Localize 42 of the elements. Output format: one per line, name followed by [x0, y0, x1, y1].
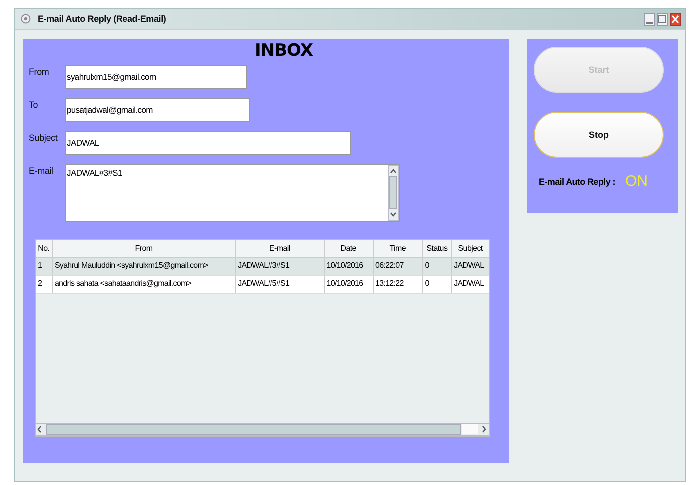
- table-cell: JADWAL#3#S1: [236, 258, 325, 275]
- column-header[interactable]: From: [52, 240, 236, 257]
- table-row[interactable]: 1 Syahrul Mauluddin <syahrulxm15@gmail.com> JADWAL#3#S1 10/10/2016 06:22:07 0 JADWAL: [36, 258, 489, 276]
- table-cell: 1: [36, 258, 53, 275]
- vertical-scrollbar[interactable]: [388, 165, 399, 221]
- status-value: ON: [625, 173, 648, 190]
- text-field[interactable]: pusatjadwal@gmail.com: [65, 98, 250, 122]
- text-field[interactable]: JADWAL: [65, 131, 351, 155]
- horizontal-scrollbar[interactable]: [35, 423, 490, 436]
- table-cell: 0: [423, 258, 452, 275]
- stop-button[interactable]: Stop: [534, 112, 664, 158]
- table-cell-text: JADWAL: [453, 278, 486, 290]
- column-header[interactable]: Time: [374, 240, 424, 257]
- app-icon: [21, 14, 31, 24]
- field-label: E-mail: [29, 166, 54, 176]
- table-row[interactable]: 2 andris sahata <sahataandris@gmail.com> JADWAL#5#S1 10/10/2016 13:12:22 0 JADWAL: [36, 276, 489, 294]
- table-cell: Syahrul Mauluddin <syahrulxm15@gmail.com>: [52, 258, 236, 275]
- minimize-icon[interactable]: [644, 12, 655, 26]
- table-cell: 0: [423, 276, 452, 293]
- table-cell: andris sahata <sahataandris@gmail.com>: [52, 276, 236, 293]
- table-cell: 13:12:22: [374, 276, 424, 293]
- field-label: Subject: [29, 133, 59, 143]
- inbox-heading: INBOX: [255, 41, 313, 61]
- table-cell: JADWAL#5#S1: [236, 276, 325, 293]
- table-cell: 06:22:07: [374, 258, 424, 275]
- maximize-icon[interactable]: [657, 12, 668, 26]
- close-icon[interactable]: [670, 12, 681, 26]
- column-header[interactable]: Date: [324, 240, 374, 257]
- column-header[interactable]: E-mail: [236, 240, 325, 257]
- text-field[interactable]: syahrulxm15@gmail.com: [65, 65, 247, 89]
- column-header[interactable]: Subject: [452, 240, 489, 257]
- table-cell: 10/10/2016: [324, 258, 374, 275]
- table-cell-text: JADWAL: [453, 260, 486, 272]
- column-header[interactable]: No.: [36, 240, 53, 257]
- column-header[interactable]: Status: [423, 240, 452, 257]
- field-label: To: [29, 100, 40, 110]
- table-cell: 2: [36, 276, 53, 293]
- field-label: From: [29, 67, 50, 77]
- status-label: E-mail Auto Reply :: [539, 176, 616, 186]
- window-title: E-mail Auto Reply (Read-Email): [38, 14, 166, 24]
- table-cell: 10/10/2016: [324, 276, 374, 293]
- email-text-area[interactable]: JADWAL#3#S1: [65, 164, 400, 222]
